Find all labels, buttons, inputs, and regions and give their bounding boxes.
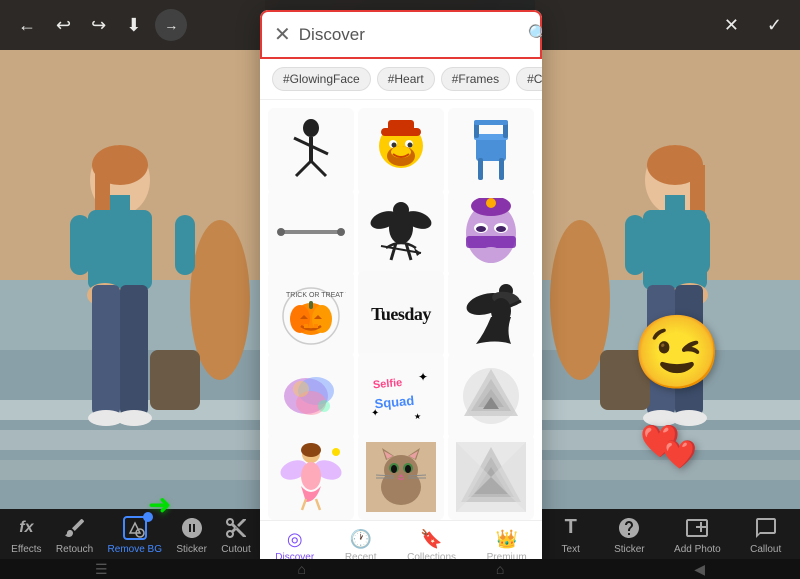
back-button[interactable]: ← [12,9,42,42]
sticker-right-icon [615,514,643,542]
undo-button[interactable]: ↩ [50,9,77,42]
svg-text:✦: ✦ [371,408,379,419]
green-arrow-indicator: ➜ [148,488,171,521]
android-nav-bar: ☰ ⌂ ⌂ ◀ [0,559,800,579]
emoji-sticker-overlay: 😉❤️❤️ [632,310,722,477]
cutout-tool[interactable]: Cutout [215,510,256,559]
cutout-label: Cutout [221,544,250,555]
search-clear-button[interactable]: ✕ [274,22,291,47]
effects-label: Effects [11,544,41,555]
search-input[interactable] [299,25,520,45]
bottom-left-toolbar: fx Effects Retouch Remove BG Sticker [0,509,262,559]
sticker-grid: TRICK OR TREAT YO SELF Tuesday [260,100,542,520]
sticker-mask[interactable] [448,190,534,276]
sticker-geo2[interactable] [448,434,534,520]
tag-frames[interactable]: #Frames [441,67,510,91]
sticker-icon [178,514,206,542]
sticker-cupid[interactable] [358,190,444,276]
callout-icon [752,514,780,542]
android-back-button[interactable]: ◀ [694,561,705,578]
retouch-label: Retouch [56,544,93,555]
retouch-icon [61,514,89,542]
svg-text:TRICK OR TREAT YO SELF: TRICK OR TREAT YO SELF [286,292,346,299]
cutout-icon [222,514,250,542]
android-home-button[interactable]: ⌂ [297,561,305,577]
addphoto-label: Add Photo [674,544,721,555]
text-icon: T [557,514,585,542]
svg-text:★: ★ [414,412,421,421]
tag-heart[interactable]: #Heart [377,67,435,91]
callout-tool[interactable]: Callout [744,510,787,559]
redo-button[interactable]: ↪ [85,9,112,42]
sticker-line[interactable] [268,190,354,276]
bottom-right-toolbar: T Text Sticker Add Photo Callout [538,509,800,559]
search-icon[interactable]: 🔍 [528,24,542,45]
android-menu-button[interactable]: ☰ [95,561,108,578]
premium-icon: 👑 [495,529,517,550]
svg-text:Selfie: Selfie [372,377,402,392]
check-button[interactable]: ✓ [761,9,788,42]
sticker-dancer[interactable] [268,108,354,194]
sticker-panel: ✕ 🔍 #GlowingFace #Heart #Frames #Cupid [260,10,542,570]
discover-icon: ◎ [287,529,303,550]
tag-glowingface[interactable]: #GlowingFace [272,67,371,91]
sticker-right-label: Sticker [614,544,645,555]
removebg-icon [121,514,149,542]
retouch-tool[interactable]: Retouch [50,510,99,559]
search-bar: ✕ 🔍 [260,10,542,59]
sticker-fairy[interactable] [268,434,354,520]
svg-text:Squad: Squad [374,393,415,411]
svg-text:✦: ✦ [418,370,428,384]
addphoto-tool[interactable]: Add Photo [668,510,727,559]
callout-label: Callout [750,544,781,555]
recent-icon: 🕐 [349,529,371,550]
sticker-squad[interactable]: Selfie Squad ✦ ✦ ★ [358,353,444,439]
android-home-button-2[interactable]: ⌂ [496,561,504,577]
collections-icon: 🔖 [420,529,442,550]
sticker-pumpkin[interactable]: TRICK OR TREAT YO SELF [268,271,354,357]
close-button[interactable]: ✕ [718,9,745,42]
sticker-cat[interactable] [358,434,444,520]
tag-cupid[interactable]: #Cupid [516,67,542,91]
sticker-right-tool[interactable]: Sticker [608,510,651,559]
sticker-geometric[interactable] [448,353,534,439]
effects-tool[interactable]: fx Effects [5,510,47,559]
photo-left [0,0,265,529]
sticker-tuesday[interactable]: Tuesday [358,271,444,357]
forward-button[interactable]: → [155,9,187,41]
sticker-watercolor[interactable] [268,353,354,439]
download-button[interactable]: ⬇ [120,9,147,42]
sticker-tool[interactable]: Sticker [170,510,213,559]
removebg-label: Remove BG [108,544,162,555]
tags-row: #GlowingFace #Heart #Frames #Cupid [260,59,542,100]
addphoto-icon [683,514,711,542]
sticker-angel[interactable] [448,271,534,357]
effects-icon: fx [12,514,40,542]
sticker-chair[interactable] [448,108,534,194]
text-label: Text [562,544,580,555]
sticker-label: Sticker [176,544,207,555]
text-tool[interactable]: T Text [551,510,591,559]
sticker-fireman[interactable] [358,108,444,194]
